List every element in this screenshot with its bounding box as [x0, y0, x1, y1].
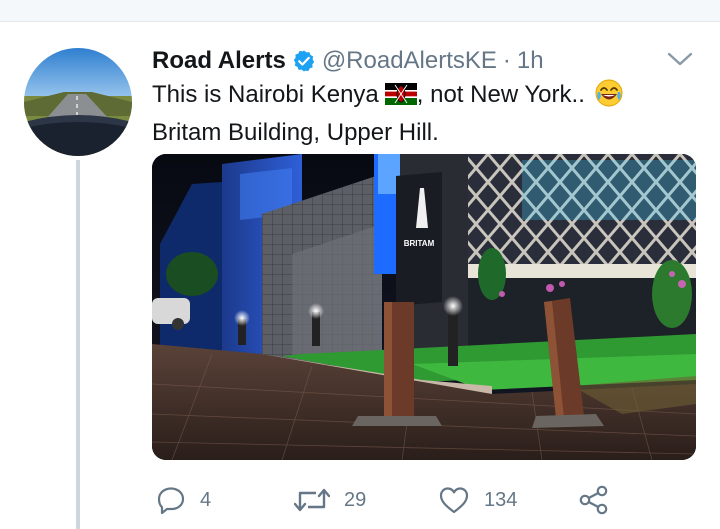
britam-sign-text: BRITAM — [404, 239, 435, 248]
share-button[interactable] — [578, 482, 610, 518]
retweet-button[interactable]: 29 — [294, 482, 366, 518]
laughing-emoji-icon — [595, 79, 623, 116]
share-icon — [578, 484, 610, 516]
tweet-text: This is Nairobi Kenya , not New York.. B… — [152, 78, 692, 149]
reply-icon — [156, 485, 186, 515]
tweet-text-line-2: Britam Building, Upper Hill. — [152, 119, 439, 146]
author-name[interactable]: Road Alerts — [152, 47, 286, 75]
like-button[interactable]: 134 — [438, 482, 517, 518]
avatar[interactable] — [24, 48, 132, 156]
top-divider-strip — [0, 0, 720, 22]
header-separator: · — [502, 47, 511, 74]
tweet-header: Road Alerts @RoadAlertsKE · 1h — [152, 44, 544, 78]
reply-count: 4 — [200, 488, 212, 511]
kenya-flag-icon — [384, 81, 417, 114]
thread-line — [76, 160, 80, 529]
heart-icon — [438, 485, 470, 515]
tweet-action-bar: 4 29 134 — [152, 482, 672, 518]
author-handle[interactable]: @RoadAlertsKE — [322, 47, 497, 75]
like-count: 134 — [484, 488, 518, 511]
retweet-icon — [294, 485, 330, 515]
tweet-text-line-1: This is Nairobi Kenya , not New York.. — [152, 78, 692, 116]
tweet-timestamp[interactable]: 1h — [517, 47, 544, 75]
tweet-text-part: , not New York.. — [416, 81, 585, 108]
tweet-text-part: This is Nairobi Kenya — [152, 81, 379, 108]
tweet-media-photo[interactable]: BRITAM — [152, 154, 696, 460]
chevron-down-icon[interactable] — [666, 48, 694, 70]
verified-badge-icon — [292, 49, 316, 73]
retweet-count: 29 — [344, 488, 367, 511]
reply-button[interactable]: 4 — [156, 482, 211, 518]
